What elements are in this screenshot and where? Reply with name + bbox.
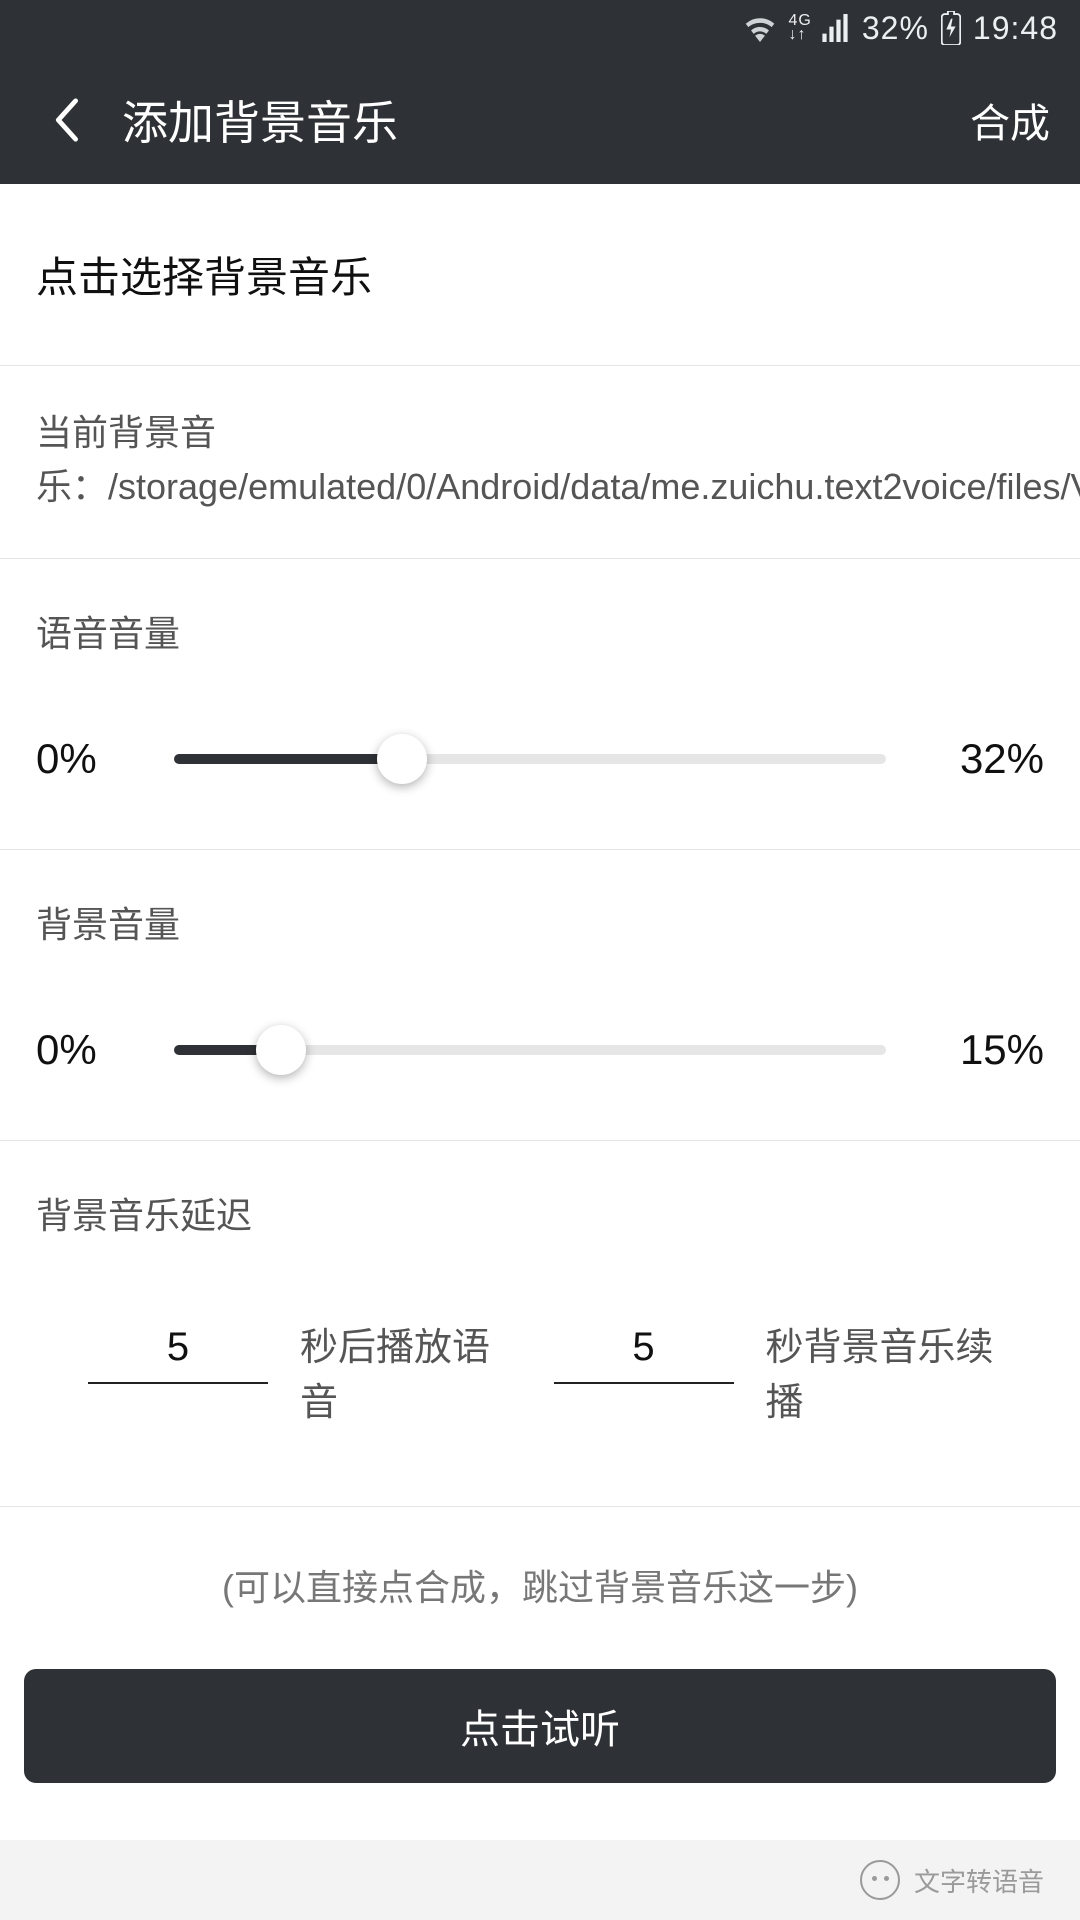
clock-label: 19:48 [973, 10, 1058, 47]
bg-volume-label: 背景音量 [36, 896, 1044, 948]
delay-after-input[interactable] [554, 1303, 734, 1384]
title-bar: 添加背景音乐 合成 [0, 56, 1080, 184]
chevron-left-icon [52, 97, 80, 143]
back-button[interactable] [36, 90, 96, 150]
delay-before-input[interactable] [88, 1303, 268, 1384]
bg-volume-slider[interactable] [174, 1045, 886, 1055]
wechat-icon [860, 1860, 900, 1900]
play-preview-button[interactable]: 点击试听 [24, 1669, 1056, 1783]
voice-volume-slider[interactable] [174, 754, 886, 764]
bg-volume-value: 15% [934, 1026, 1044, 1074]
bgm-delay-label: 背景音乐延迟 [36, 1187, 1044, 1239]
battery-charging-icon [941, 11, 961, 45]
delay-after-text: 秒背景音乐续播 [766, 1316, 1024, 1426]
voice-volume-section: 语音音量 0% 32% [0, 559, 1080, 850]
delay-before-text: 秒后播放语音 [300, 1316, 522, 1426]
brand-bar: 文字转语音 [0, 1840, 1080, 1920]
select-bgm-row[interactable]: 点击选择背景音乐 [0, 184, 1080, 366]
page-title: 添加背景音乐 [122, 87, 970, 153]
wifi-icon [743, 14, 777, 42]
play-preview-label: 点击试听 [460, 1697, 620, 1755]
bg-volume-section: 背景音量 0% 15% [0, 850, 1080, 1141]
network-type-label: 4G↓↑ [789, 14, 812, 42]
bg-volume-min: 0% [36, 1026, 126, 1074]
signal-icon [820, 14, 850, 42]
select-bgm-label: 点击选择背景音乐 [36, 254, 372, 301]
brand-label: 文字转语音 [914, 1862, 1044, 1899]
current-bgm-path: /storage/emulated/0/Android/data/me.zuic… [108, 466, 1080, 507]
compose-button[interactable]: 合成 [970, 91, 1050, 149]
current-bgm-row: 当前背景音乐：/storage/emulated/0/Android/data/… [0, 366, 1080, 559]
skip-hint: (可以直接点合成，跳过背景音乐这一步) [0, 1559, 1080, 1611]
battery-percent-label: 32% [862, 10, 929, 47]
voice-volume-label: 语音音量 [36, 605, 1044, 657]
status-bar: 4G↓↑ 32% 19:48 [0, 0, 1080, 56]
voice-volume-value: 32% [934, 735, 1044, 783]
voice-volume-min: 0% [36, 735, 126, 783]
bgm-delay-section: 背景音乐延迟 秒后播放语音 秒背景音乐续播 [0, 1141, 1080, 1507]
